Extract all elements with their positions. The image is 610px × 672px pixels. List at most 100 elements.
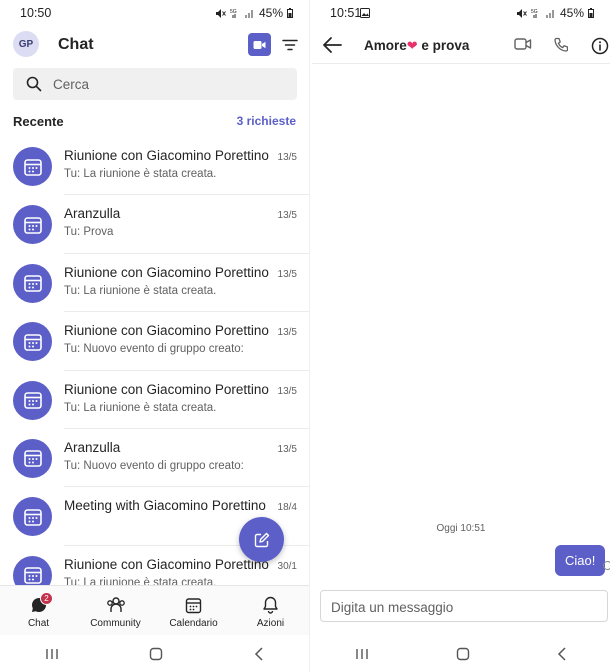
recent-section-header: Recente 3 richieste xyxy=(13,114,296,132)
chat-date: 18/4 xyxy=(277,502,297,514)
chat-name: Aranzulla xyxy=(64,439,121,455)
video-camera-icon xyxy=(514,38,532,50)
requests-link[interactable]: 3 richieste xyxy=(237,114,296,128)
meeting-avatar xyxy=(13,147,52,186)
home-icon[interactable] xyxy=(149,647,163,661)
conversation-screen: 10:51 5G 45% Amore❤ e prova Oggi 10:51 C… xyxy=(312,0,610,672)
search-icon xyxy=(26,76,42,92)
audio-call-button[interactable] xyxy=(553,37,569,58)
chat-name: Riunione con Giacomino Porettino xyxy=(64,148,269,163)
meeting-avatar xyxy=(13,380,52,420)
chat-list-item[interactable]: Riunione con Giacomino Porettino 13/5 Tu: … xyxy=(0,137,309,196)
chat-list-item[interactable]: Aranzulla 13/5 Tu: Nuovo evento di gruppo … xyxy=(0,429,309,488)
video-camera-icon xyxy=(253,40,266,49)
back-arrow-icon xyxy=(323,37,342,53)
battery-icon xyxy=(287,8,293,18)
unread-badge: 2 xyxy=(40,592,53,605)
chat-date: 13/5 xyxy=(277,268,297,280)
nav-label: Community xyxy=(90,618,141,629)
system-icons: 5G 45% xyxy=(215,6,293,20)
filter-button[interactable] xyxy=(280,36,300,54)
nav-calendar[interactable]: Calendario xyxy=(155,594,232,629)
chat-name: Aranzulla xyxy=(64,206,121,222)
system-navigation xyxy=(0,636,309,672)
meeting-avatar xyxy=(13,497,52,537)
calendar-icon xyxy=(23,217,42,234)
home-icon[interactable] xyxy=(456,647,470,661)
recent-apps-icon[interactable] xyxy=(355,648,369,660)
search-input[interactable] xyxy=(53,74,283,94)
chat-name: Riunione con Giacomino Porettino xyxy=(64,323,269,339)
status-time: 10:50 xyxy=(20,6,52,20)
message-input[interactable] xyxy=(331,598,591,616)
new-chat-button[interactable] xyxy=(239,517,284,562)
bell-icon xyxy=(263,596,278,614)
section-title: Recente xyxy=(13,114,64,129)
chat-date: 30/1 xyxy=(277,560,297,572)
nav-chat[interactable]: 2 Chat xyxy=(0,592,77,629)
chat-date: 13/5 xyxy=(277,327,297,339)
page-title: Chat xyxy=(58,36,94,53)
message-status-icon xyxy=(603,561,610,570)
video-call-button[interactable] xyxy=(514,37,532,56)
gallery-notification-icon xyxy=(360,8,370,18)
heart-emoji: ❤ xyxy=(406,38,418,53)
meet-now-button[interactable] xyxy=(248,33,271,56)
nav-label: Azioni xyxy=(256,618,285,629)
signal-5g-icon: 5G xyxy=(230,9,237,18)
calendar-icon xyxy=(23,333,42,351)
calendar-icon xyxy=(185,597,202,613)
chat-date: 13/5 xyxy=(277,152,297,163)
sent-message-bubble[interactable]: Ciao! xyxy=(555,545,606,576)
recent-apps-icon[interactable] xyxy=(45,648,59,660)
signal-5g-icon: 5G xyxy=(531,9,538,18)
bottom-navigation: 2 Chat Community Calendario Azioni xyxy=(0,585,309,635)
meeting-avatar xyxy=(13,322,52,362)
search-bar xyxy=(13,68,297,100)
info-button[interactable] xyxy=(591,37,609,60)
nav-community[interactable]: Community xyxy=(77,594,154,629)
status-time: 10:51 xyxy=(330,6,362,20)
avatar[interactable]: GP xyxy=(13,31,39,57)
chat-date: 13/5 xyxy=(277,385,297,397)
chat-name: Riunione con Giacomino Porettino xyxy=(64,556,269,572)
conversation-title[interactable]: Amore❤ e prova xyxy=(364,38,469,54)
message-composer xyxy=(320,590,608,622)
chat-list-item[interactable]: Riunione con Giacomino Porettino 13/5 Tu: … xyxy=(0,312,309,371)
chat-preview: Tu: Prova xyxy=(64,226,114,239)
calendar-icon xyxy=(23,392,42,409)
mute-icon xyxy=(516,8,527,18)
back-icon[interactable] xyxy=(557,647,567,661)
back-button[interactable] xyxy=(322,36,342,59)
meeting-avatar xyxy=(13,205,52,245)
nav-actions[interactable]: Azioni xyxy=(232,594,309,629)
chat-list-item[interactable]: Riunione con Giacomino Porettino 13/5 Tu: … xyxy=(0,371,309,429)
battery-percent: 45% xyxy=(559,6,584,20)
chat-preview: Tu: La riunione è stata creata. xyxy=(64,168,217,180)
community-icon xyxy=(106,597,125,612)
calendar-icon xyxy=(23,509,42,526)
system-navigation xyxy=(312,636,610,672)
day-stamp: Oggi 10:51 xyxy=(436,523,486,534)
back-icon[interactable] xyxy=(254,647,264,661)
chat-list-item[interactable]: Aranzulla 13/5 Tu: Prova xyxy=(0,195,309,254)
battery-icon xyxy=(588,8,594,18)
signal-bars-icon xyxy=(545,9,554,18)
chat-list-item[interactable]: Riunione con Giacomino Porettino 13/5 Tu: … xyxy=(0,254,309,313)
chat-preview: Tu: La riunione è stata creata. xyxy=(64,401,217,414)
status-bar: 10:50 5G 45% xyxy=(0,0,309,24)
chat-preview: Tu: Nuovo evento di gruppo creato: xyxy=(64,459,244,472)
chat-preview: Tu: Nuovo evento di gruppo creato: xyxy=(64,343,244,356)
chat-name: Riunione con Giacomino Porettino xyxy=(64,381,269,397)
chat-date: 13/5 xyxy=(277,210,297,222)
chat-header: GP Chat xyxy=(0,30,309,62)
compose-icon xyxy=(254,532,269,547)
meeting-avatar xyxy=(13,438,52,478)
meeting-avatar xyxy=(13,263,52,303)
calendar-icon xyxy=(23,567,42,585)
info-icon xyxy=(591,37,609,55)
conversation-header: Amore❤ e prova xyxy=(312,30,610,64)
svg-text:5G: 5G xyxy=(230,9,237,15)
status-bar: 10:51 5G 45% xyxy=(312,0,610,24)
filter-icon xyxy=(282,39,298,51)
